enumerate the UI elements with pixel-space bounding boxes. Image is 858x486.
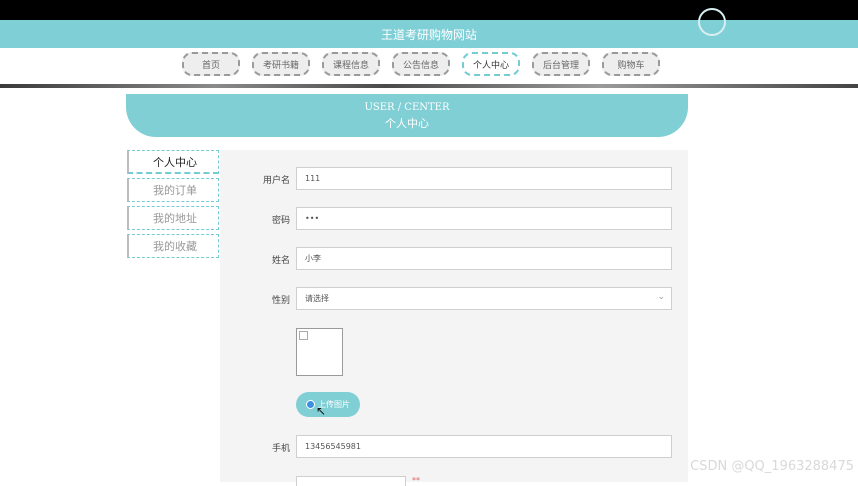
gender-row: 性别 请选择 ⌄ — [220, 287, 688, 311]
upload-image-button[interactable]: 上传图片 — [296, 392, 360, 417]
name-label: 姓名 — [271, 256, 290, 266]
user-avatar-icon[interactable] — [698, 8, 726, 36]
phone-row: 手机 13456545981 — [220, 435, 688, 459]
nav-announcements[interactable]: 公告信息 — [392, 52, 450, 76]
phone-input[interactable]: 13456545981 — [296, 435, 672, 458]
banner-image-strip — [0, 84, 858, 88]
nav-books[interactable]: 考研书籍 — [252, 52, 310, 76]
name-row: 姓名 小李 — [220, 247, 688, 271]
nav-cart[interactable]: 购物车 — [602, 52, 660, 76]
phone-label: 手机 — [271, 444, 290, 454]
password-row: 密码 ••• — [220, 207, 688, 231]
section-title-cn: 个人中心 — [385, 117, 429, 130]
section-header: USER / CENTER 个人中心 — [126, 94, 688, 137]
gender-label: 性别 — [271, 296, 290, 306]
gender-select[interactable]: 请选择 ⌄ — [296, 287, 672, 310]
nav-user-center[interactable]: 个人中心 — [462, 52, 520, 76]
gender-select-value: 请选择 — [305, 294, 329, 303]
profile-form: 用户名 111 密码 ••• 姓名 小李 性别 请选择 ⌄ 上传图片 ↖ 手机 … — [220, 150, 688, 486]
site-title: 王道考研购物网站 — [380, 27, 477, 42]
nav-home[interactable]: 首页 — [182, 52, 240, 76]
avatar-preview — [296, 328, 343, 376]
broken-image-icon — [299, 331, 308, 340]
sidebar-item-address[interactable]: 我的地址 — [127, 206, 219, 230]
chevron-down-icon: ⌄ — [657, 292, 665, 302]
section-title-en: USER / CENTER — [364, 102, 450, 113]
password-label: 密码 — [271, 216, 290, 226]
sidebar-item-favorites[interactable]: 我的收藏 — [127, 234, 219, 258]
cursor-icon: ↖ — [316, 404, 327, 418]
top-black-bar — [0, 0, 858, 20]
site-title-bar: 王道考研购物网站 — [0, 8, 858, 48]
username-input[interactable]: 111 — [296, 167, 672, 190]
sidebar-item-orders[interactable]: 我的订单 — [127, 178, 219, 202]
nav-courses[interactable]: 课程信息 — [322, 52, 380, 76]
name-input[interactable]: 小李 — [296, 247, 672, 270]
password-input[interactable]: ••• — [296, 207, 672, 230]
upload-icon — [306, 400, 315, 409]
sidebar-item-user-center[interactable]: 个人中心 — [127, 150, 219, 174]
user-sidebar: 个人中心 我的订单 我的地址 我的收藏 — [127, 150, 219, 262]
required-mark: ** — [412, 476, 420, 485]
username-row: 用户名 111 — [220, 167, 688, 191]
username-label: 用户名 — [262, 176, 290, 186]
watermark: CSDN @QQ_1963288475 — [690, 459, 854, 474]
next-field-input[interactable] — [296, 476, 406, 486]
main-nav: 首页 考研书籍 课程信息 公告信息 个人中心 后台管理 购物车 — [0, 48, 858, 84]
nav-admin[interactable]: 后台管理 — [532, 52, 590, 76]
